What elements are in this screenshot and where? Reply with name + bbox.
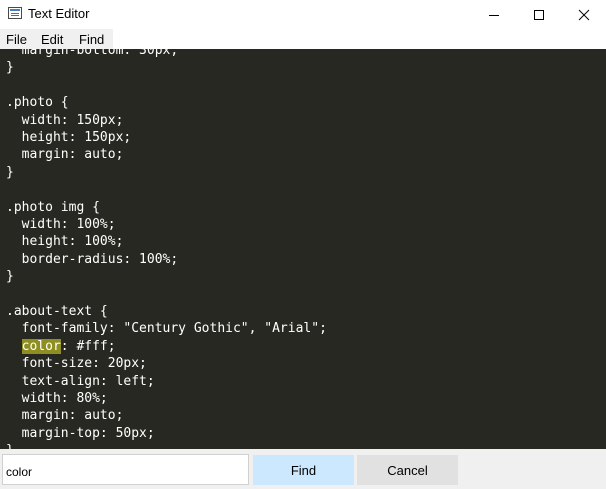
code-line: .about-text { [6,304,108,319]
menu-edit[interactable]: Edit [41,32,63,47]
code-line: margin-top: 50px; [6,425,155,441]
code-line: text-align: left; [6,373,155,389]
code-line: margin-bottom: 30px; [6,49,179,58]
code-line: } [6,269,14,285]
window-title: Text Editor [28,6,90,21]
find-input[interactable] [2,454,249,485]
code-editor[interactable]: margin-bottom: 30px;} .photo { width: 150… [0,49,606,449]
code-line: height: 150px; [6,130,132,145]
code-line: } [6,442,14,449]
code-line: margin: auto; [6,408,124,424]
minimize-icon [489,14,499,16]
close-icon [578,9,590,20]
code-line: .photo img { [6,199,100,215]
menu-bar: File Edit Find [0,29,606,49]
menu-find[interactable]: Find [79,32,104,47]
code-line: width: 80%; [6,391,108,406]
cancel-button[interactable]: Cancel [357,455,458,485]
search-match-highlight: color [21,338,61,354]
maximize-icon [534,9,544,20]
code-line: color: #fff; [21,338,116,354]
minimize-button[interactable] [471,0,517,29]
find-bar: Find Cancel [0,449,606,489]
menu-file[interactable]: File [6,32,27,47]
code-line: height: 100%; [6,234,124,250]
code-line: font-size: 20px; [6,356,147,372]
code-line: } [6,164,14,180]
maximize-button[interactable] [516,0,562,29]
code-line: margin: auto; [6,147,124,163]
notepad-icon [8,7,22,19]
code-line: font-family: "Century Gothic", "Arial"; [6,321,327,337]
code-line: width: 100%; [6,217,116,232]
find-button[interactable]: Find [253,455,354,485]
title-bar: Text Editor [0,0,606,29]
code-line: } [6,60,14,76]
code-line: .photo { [6,95,69,111]
close-button[interactable] [561,0,606,29]
code-line: width: 150px; [6,112,124,128]
code-line: border-radius: 100%; [6,251,179,267]
